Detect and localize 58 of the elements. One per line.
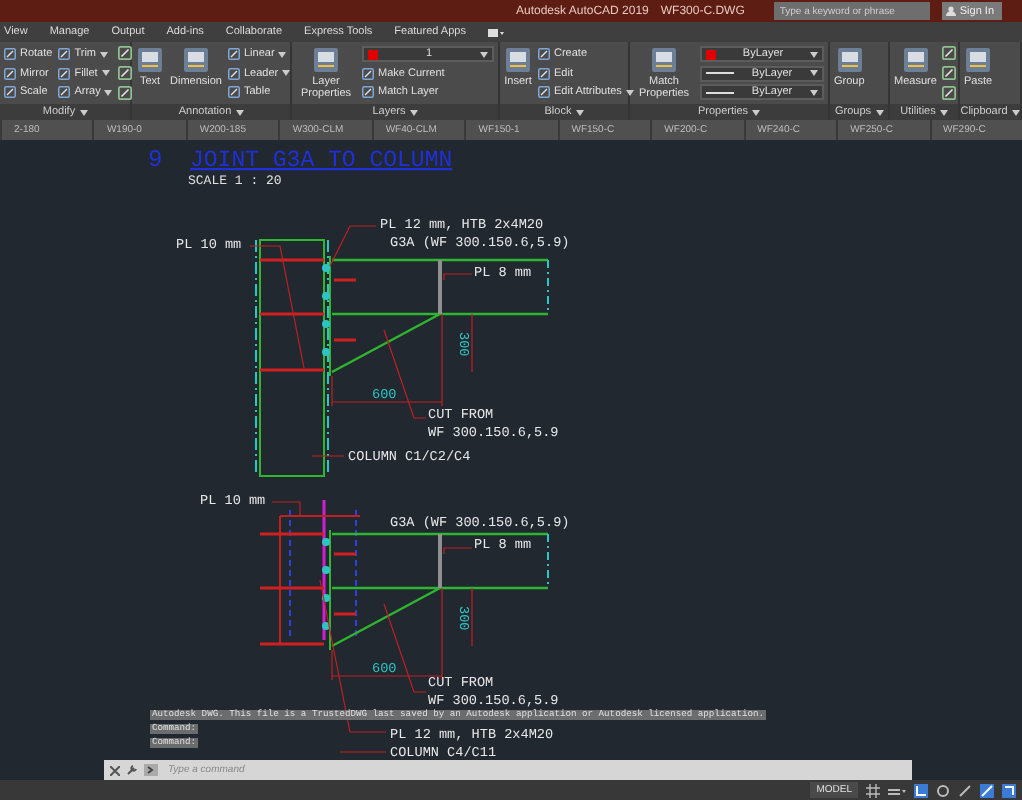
- tool-icon: [538, 67, 550, 79]
- caret-icon: [101, 70, 110, 76]
- tool-icon: [504, 46, 532, 74]
- tool-icon: [942, 66, 957, 80]
- user-icon: [945, 6, 956, 16]
- wrench-icon[interactable]: [126, 764, 138, 776]
- polar-icon[interactable]: [936, 783, 950, 797]
- tool-icon: [964, 46, 993, 74]
- caret-icon: [278, 51, 287, 57]
- drawing-number: 9: [148, 146, 163, 174]
- caret-icon: [625, 89, 634, 95]
- tool-icon: [538, 86, 550, 98]
- tool-icon: [58, 86, 71, 98]
- caret-icon: [79, 109, 88, 115]
- tool-icon: [362, 86, 374, 98]
- tool-icon: [118, 46, 133, 60]
- caret-icon: [810, 70, 818, 76]
- panel-toggle-icon[interactable]: [487, 27, 504, 37]
- caret-icon: [575, 109, 584, 115]
- caret-icon: [104, 89, 113, 95]
- ortho-icon[interactable]: [914, 783, 928, 797]
- caret-icon: [810, 89, 818, 95]
- caret-icon: [810, 51, 818, 57]
- caret-icon: [480, 51, 488, 57]
- tool-icon: [942, 46, 957, 60]
- caret-icon: [752, 109, 761, 115]
- tool-icon: [4, 86, 16, 98]
- tool-icon: [181, 46, 210, 74]
- tool-icon: [118, 86, 133, 100]
- tool-icon: [538, 48, 550, 60]
- caret-icon: [282, 70, 291, 76]
- tool-icon: [312, 46, 340, 74]
- prompt-icon[interactable]: [144, 764, 158, 776]
- caret-icon: [100, 51, 109, 57]
- tool-icon: [58, 48, 71, 60]
- tool-icon: [901, 46, 930, 74]
- tool-icon: [118, 66, 133, 80]
- caret-icon: [939, 109, 948, 115]
- drawing-title: JOINT G3A TO COLUMN: [190, 148, 453, 174]
- tool-icon: [942, 86, 957, 100]
- tool-icon: [227, 67, 240, 79]
- tool-icon: [650, 46, 678, 74]
- line-icon: [706, 70, 734, 76]
- line-icon: [706, 89, 734, 95]
- caret-icon: [409, 109, 418, 115]
- tool-icon: [4, 67, 16, 79]
- tool-icon: [136, 46, 164, 74]
- tool-icon: [362, 67, 374, 79]
- caret-icon: [235, 109, 244, 115]
- tool-icon: [227, 48, 240, 60]
- caret-icon: [875, 109, 884, 115]
- tool-icon: [58, 67, 71, 79]
- tool-icon: [227, 86, 240, 98]
- grid-icon[interactable]: [866, 783, 880, 797]
- close-icon[interactable]: [110, 765, 120, 775]
- tool-icon: [835, 46, 864, 74]
- tool-icon: [4, 48, 16, 60]
- caret-icon: [1011, 109, 1020, 115]
